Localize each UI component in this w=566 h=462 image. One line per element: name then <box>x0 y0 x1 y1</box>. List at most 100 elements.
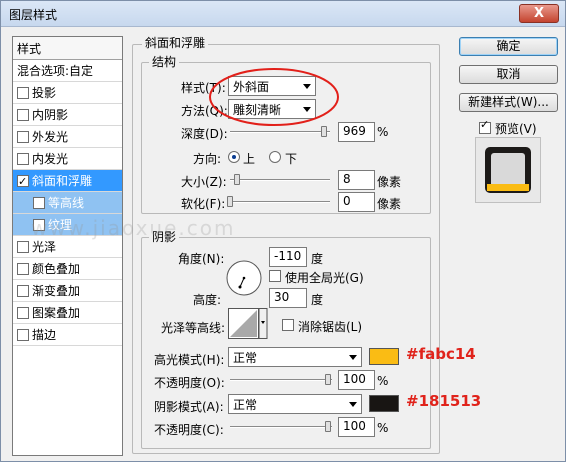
highlight-opacity-unit: % <box>377 374 389 388</box>
highlight-opacity-thumb[interactable] <box>325 374 331 385</box>
checkbox[interactable] <box>17 153 29 165</box>
preview-checkbox[interactable] <box>479 118 491 134</box>
style-item-label: 内阴影 <box>32 108 69 122</box>
style-preview-thumbnail <box>475 137 541 203</box>
style-item-inner-shadow[interactable]: 内阴影 <box>13 104 122 126</box>
chevron-down-icon <box>349 355 357 360</box>
size-slider-thumb[interactable] <box>234 174 240 185</box>
highlight-color-swatch[interactable] <box>369 348 399 365</box>
shadow-opacity-thumb[interactable] <box>325 421 331 432</box>
direction-down-radio[interactable] <box>269 151 281 163</box>
style-item-label: 外发光 <box>32 130 69 144</box>
style-list: 样式 混合选项:自定 投影 内阴影 外发光 内发光 斜面和浮雕 等高线 纹理 光… <box>12 36 123 456</box>
chevron-down-icon <box>349 402 357 407</box>
depth-label: 深度(D): <box>181 127 228 141</box>
direction-up-label: 上 <box>243 152 256 166</box>
style-item-bevel-emboss[interactable]: 斜面和浮雕 <box>13 170 122 193</box>
size-slider-track[interactable] <box>230 179 330 181</box>
watermark-text: www.jiaoxue.com <box>31 216 236 240</box>
angle-dial[interactable] <box>225 259 263 297</box>
altitude-label: 高度: <box>193 293 222 307</box>
soften-input-value: 0 <box>343 194 351 208</box>
checkbox[interactable] <box>17 285 29 297</box>
global-light-checkbox[interactable] <box>269 270 281 282</box>
shadow-opacity-value: 100 <box>343 419 366 433</box>
soften-input[interactable]: 0 <box>338 192 375 212</box>
annotation-ellipse <box>209 68 339 126</box>
direction-label: 方向: <box>193 152 222 166</box>
depth-slider-track[interactable] <box>230 131 330 133</box>
style-item-stroke[interactable]: 描边 <box>13 324 122 346</box>
angle-label: 角度(N): <box>178 252 225 266</box>
shadow-opacity-track[interactable] <box>230 426 332 428</box>
shadow-color-swatch[interactable] <box>369 395 399 412</box>
angle-input[interactable]: -110 <box>269 247 307 267</box>
direction-down-label: 下 <box>285 152 298 166</box>
shadow-opacity-unit: % <box>377 421 389 435</box>
shadow-opacity-input[interactable]: 100 <box>338 417 375 437</box>
size-input[interactable]: 8 <box>338 170 375 190</box>
soften-unit: 像素 <box>377 197 402 211</box>
highlight-opacity-label: 不透明度(O): <box>154 376 225 390</box>
global-light-label: 使用全局光(G) <box>285 271 364 285</box>
checkbox[interactable] <box>17 329 29 341</box>
shadow-color-hex: #181513 <box>406 392 482 410</box>
style-list-header[interactable]: 样式 <box>13 37 122 60</box>
size-label: 大小(Z): <box>181 175 227 189</box>
blend-options-label: 混合选项:自定 <box>17 64 94 78</box>
style-item-label: 颜色叠加 <box>32 262 81 276</box>
highlight-opacity-value: 100 <box>343 372 366 386</box>
highlight-opacity-input[interactable]: 100 <box>338 370 375 390</box>
altitude-input[interactable]: 30 <box>269 288 307 308</box>
altitude-unit: 度 <box>311 293 324 307</box>
bevel-emboss-title: 斜面和浮雕 <box>142 34 209 51</box>
cancel-button[interactable]: 取消 <box>459 65 558 84</box>
altitude-input-value: 30 <box>274 290 290 304</box>
checkbox[interactable] <box>17 241 29 253</box>
ok-button[interactable]: 确定 <box>459 37 558 56</box>
direction-up-radio[interactable] <box>228 151 240 163</box>
style-item-color-overlay[interactable]: 颜色叠加 <box>13 258 122 280</box>
angle-input-value: -110 <box>274 249 302 263</box>
highlight-opacity-track[interactable] <box>230 379 332 381</box>
angle-unit: 度 <box>311 252 324 266</box>
checkbox[interactable] <box>17 171 29 193</box>
highlight-color-hex: #fabc14 <box>406 345 476 363</box>
checkbox[interactable] <box>17 307 29 319</box>
depth-input-value: 969 <box>343 124 366 138</box>
blend-options-item[interactable]: 混合选项:自定 <box>13 60 122 82</box>
shadow-mode-label: 阴影模式(A): <box>154 400 224 414</box>
checkbox[interactable] <box>17 109 29 121</box>
checkbox[interactable] <box>17 131 29 143</box>
checkbox[interactable] <box>33 197 45 209</box>
style-item-outer-glow[interactable]: 外发光 <box>13 126 122 148</box>
depth-input[interactable]: 969 <box>338 122 375 142</box>
gloss-contour-picker[interactable] <box>228 308 268 340</box>
style-item-inner-glow[interactable]: 内发光 <box>13 148 122 170</box>
checkbox[interactable] <box>17 263 29 275</box>
close-button[interactable]: X <box>519 4 559 23</box>
soften-slider-track[interactable] <box>230 201 330 203</box>
highlight-mode-label: 高光模式(H): <box>154 353 225 367</box>
layer-style-dialog: 图层样式 X 样式 混合选项:自定 投影 内阴影 外发光 内发光 斜面和浮雕 等… <box>0 0 566 462</box>
style-item-label: 斜面和浮雕 <box>32 174 93 188</box>
soften-slider-thumb[interactable] <box>227 196 233 207</box>
checkbox[interactable] <box>17 87 29 99</box>
new-style-button[interactable]: 新建样式(W)... <box>459 93 558 112</box>
style-item-drop-shadow[interactable]: 投影 <box>13 82 122 104</box>
shadow-opacity-label: 不透明度(C): <box>154 423 224 437</box>
highlight-mode-select[interactable]: 正常 <box>228 347 362 367</box>
window-title: 图层样式 <box>9 8 58 22</box>
style-item-label: 描边 <box>32 328 57 342</box>
antialias-checkbox[interactable] <box>282 319 294 331</box>
shadow-mode-select[interactable]: 正常 <box>228 394 362 414</box>
preview-label: 预览(V) <box>495 122 537 136</box>
style-item-contour[interactable]: 等高线 <box>13 192 122 214</box>
depth-unit: % <box>377 125 389 139</box>
size-unit: 像素 <box>377 175 402 189</box>
depth-slider-thumb[interactable] <box>321 126 327 137</box>
highlight-mode-value: 正常 <box>233 351 258 365</box>
style-item-label: 等高线 <box>48 196 85 210</box>
style-item-pattern-overlay[interactable]: 图案叠加 <box>13 302 122 324</box>
style-item-gradient-overlay[interactable]: 渐变叠加 <box>13 280 122 302</box>
